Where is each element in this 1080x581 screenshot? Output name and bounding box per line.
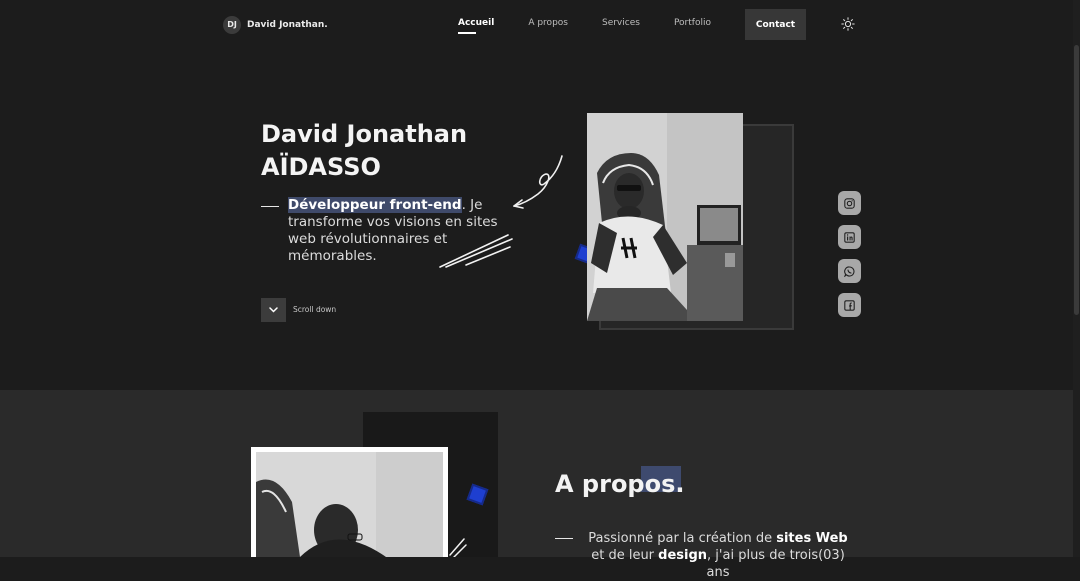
nav-item-services[interactable]: Services — [602, 18, 640, 28]
hero-title-line2: AÏDASSO — [261, 153, 381, 181]
about-text-part: , j'ai plus de trois(03) ans — [706, 548, 845, 580]
social-links — [838, 191, 861, 317]
nav-active-indicator — [458, 32, 476, 34]
scribble-decoration — [449, 538, 467, 557]
hero-title: David Jonathan AÏDASSO — [261, 118, 521, 184]
nav-item-portfolio[interactable]: Portfolio — [674, 18, 711, 28]
scribble-decoration — [439, 234, 513, 268]
instagram-icon[interactable] — [838, 191, 861, 215]
hero-section — [0, 48, 1080, 390]
linkedin-icon[interactable] — [838, 225, 861, 249]
nav-item-accueil[interactable]: Accueil — [458, 18, 494, 28]
facebook-icon[interactable] — [838, 293, 861, 317]
hero-title-line1: David Jonathan — [261, 120, 468, 148]
hero-role: Développeur front-end — [288, 197, 462, 213]
about-text-bold: sites Web — [776, 531, 848, 546]
scrollbar-thumb[interactable] — [1074, 45, 1079, 315]
scroll-down-button[interactable] — [261, 298, 286, 322]
about-text-bold: design — [658, 548, 708, 563]
about-text-part: et de leur — [591, 548, 659, 563]
about-dash — [555, 538, 573, 539]
about-section — [0, 390, 1080, 557]
about-title: A propos. — [555, 470, 685, 498]
nav-item-a-propos[interactable]: A propos — [528, 18, 568, 28]
contact-button[interactable]: Contact — [745, 9, 806, 40]
chevron-down-icon — [269, 307, 278, 313]
about-photo — [251, 447, 448, 557]
about-description: Passionné par la création de sites Web e… — [587, 530, 849, 581]
profile-photo — [587, 113, 743, 321]
logo-badge: DJ — [223, 16, 241, 34]
about-text-part: Passionné par la création de — [588, 531, 777, 546]
whatsapp-icon[interactable] — [838, 259, 861, 283]
brand-logo[interactable]: DJ David Jonathan. — [223, 16, 328, 34]
sun-icon[interactable] — [841, 16, 855, 31]
hero-dash — [261, 206, 279, 207]
scroll-down-label[interactable]: Scroll down — [293, 305, 336, 314]
curly-arrow-icon — [513, 155, 563, 209]
logo-name: David Jonathan. — [247, 20, 328, 30]
main-nav: Accueil A propos Services Portfolio — [458, 18, 711, 28]
site-header: DJ David Jonathan. Accueil A propos Serv… — [0, 0, 1080, 48]
